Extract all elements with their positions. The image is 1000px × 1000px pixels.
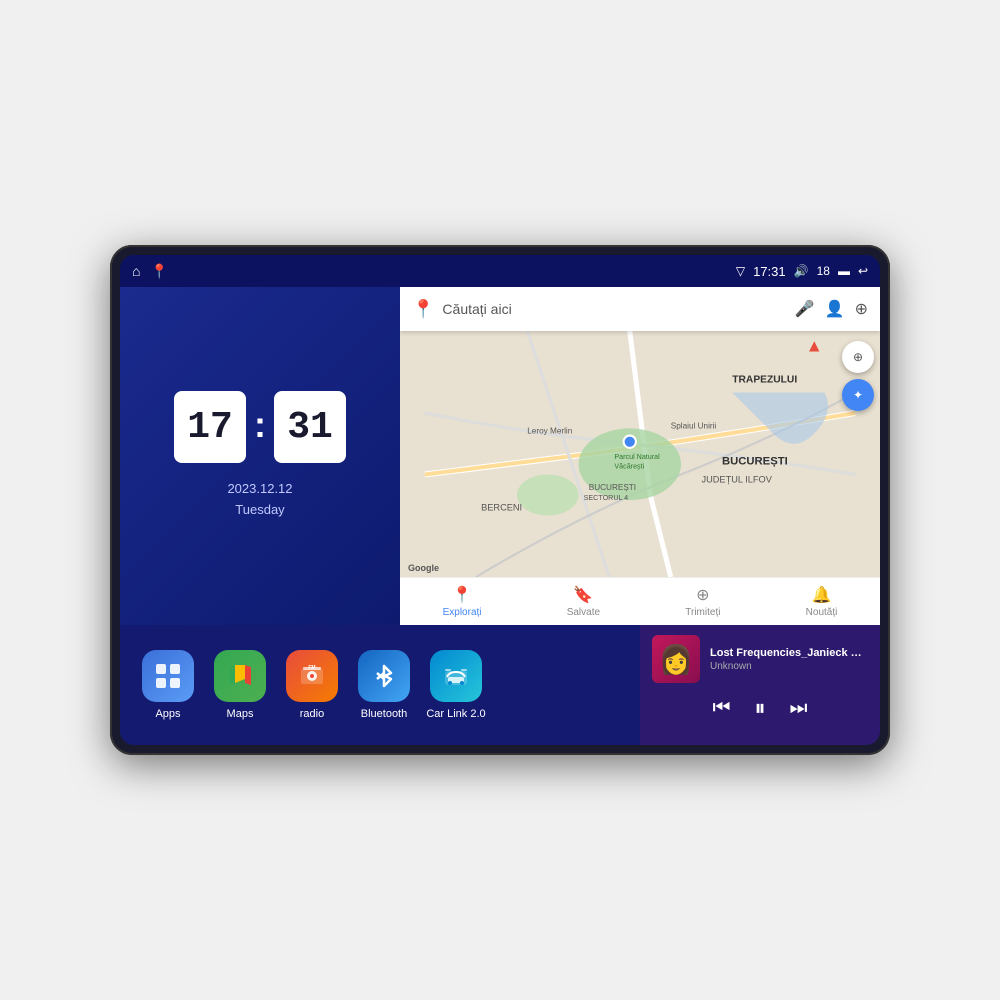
apps-bar: Apps Maps xyxy=(120,625,640,745)
svg-text:FM: FM xyxy=(308,665,315,671)
top-section: 17 : 31 2023.12.12 Tuesday 📍 Căutați aic… xyxy=(120,287,880,625)
svg-text:BERCENI: BERCENI xyxy=(481,502,522,512)
music-artist: Unknown xyxy=(710,661,868,672)
map-view[interactable]: TRAPEZULUI BUCUREȘTI JUDEȚUL ILFOV BERCE… xyxy=(400,331,880,577)
google-logo: Google xyxy=(408,563,439,573)
app-carlink[interactable]: Car Link 2.0 xyxy=(424,650,488,720)
map-nav-noutati[interactable]: 🔔 Noutăți xyxy=(806,585,838,618)
music-title: Lost Frequencies_Janieck Devy-... xyxy=(710,647,868,659)
carlink-label: Car Link 2.0 xyxy=(426,708,485,720)
signal-icon: ▽ xyxy=(736,264,745,278)
radio-icon-svg: FM xyxy=(297,661,327,691)
svg-text:Văcărești: Văcărești xyxy=(614,462,644,470)
music-controls: ⏮ ⏸ ⏭ xyxy=(640,689,880,727)
device-screen: ⌂ 📍 ▽ 17:31 🔊 18 ▬ ↩ 17 : xyxy=(120,255,880,745)
clock-day-value: Tuesday xyxy=(227,500,292,521)
bluetooth-icon xyxy=(358,650,410,702)
app-radio[interactable]: FM radio xyxy=(280,650,344,720)
bluetooth-label: Bluetooth xyxy=(361,708,407,720)
map-nav-trimiteti[interactable]: ⊕ Trimiteți xyxy=(685,585,720,618)
bottom-section: Apps Maps xyxy=(120,625,880,745)
status-time: 17:31 xyxy=(753,264,786,279)
music-next-button[interactable]: ⏭ xyxy=(790,698,808,718)
send-icon: ⊕ xyxy=(696,585,709,605)
svg-text:JUDEȚUL ILFOV: JUDEȚUL ILFOV xyxy=(702,475,773,485)
map-svg: TRAPEZULUI BUCUREȘTI JUDEȚUL ILFOV BERCE… xyxy=(400,331,880,577)
svg-text:Leroy Merlin: Leroy Merlin xyxy=(527,427,572,436)
news-icon: 🔔 xyxy=(812,585,832,605)
status-left-icons: ⌂ 📍 xyxy=(132,263,168,280)
music-info: 👩 Lost Frequencies_Janieck Devy-... Unkn… xyxy=(640,625,880,689)
app-bluetooth[interactable]: Bluetooth xyxy=(352,650,416,720)
music-player: 👩 Lost Frequencies_Janieck Devy-... Unkn… xyxy=(640,625,880,745)
saved-icon: 🔖 xyxy=(573,585,593,605)
account-icon[interactable]: 👤 xyxy=(825,299,845,319)
back-icon[interactable]: ↩ xyxy=(858,264,868,278)
clock-panel: 17 : 31 2023.12.12 Tuesday xyxy=(120,287,400,625)
home-icon[interactable]: ⌂ xyxy=(132,263,140,279)
location-fab[interactable]: ⊕ xyxy=(842,341,874,373)
map-controls: ⊕ ✦ xyxy=(842,341,874,411)
svg-text:Splaiul Unirii: Splaiul Unirii xyxy=(671,421,717,430)
battery-icon: ▬ xyxy=(838,264,850,278)
svg-text:Parcul Natural: Parcul Natural xyxy=(614,453,660,461)
app-maps[interactable]: Maps xyxy=(208,650,272,720)
explore-icon: 📍 xyxy=(452,585,472,605)
map-pin-icon: 📍 xyxy=(412,299,434,320)
music-prev-button[interactable]: ⏮ xyxy=(712,698,730,718)
map-nav-trimiteti-label: Trimiteți xyxy=(685,607,720,618)
clock-colon: : xyxy=(254,404,266,446)
clock-date-value: 2023.12.12 xyxy=(227,479,292,500)
maps-icon xyxy=(214,650,266,702)
map-nav-exploreaza[interactable]: 📍 Explorați xyxy=(443,585,482,618)
map-nav-noutati-label: Noutăți xyxy=(806,607,838,618)
volume-icon: 🔊 xyxy=(794,264,809,278)
map-search-actions: 🎤 👤 ⊕ xyxy=(795,299,868,319)
svg-text:TRAPEZULUI: TRAPEZULUI xyxy=(732,374,797,385)
map-nav-salvate-label: Salvate xyxy=(567,607,600,618)
clock-date: 2023.12.12 Tuesday xyxy=(227,479,292,521)
maps-label: Maps xyxy=(227,708,254,720)
map-nav-salvate[interactable]: 🔖 Salvate xyxy=(567,585,600,618)
apps-label: Apps xyxy=(155,708,180,720)
music-text: Lost Frequencies_Janieck Devy-... Unknow… xyxy=(710,647,868,672)
music-play-button[interactable]: ⏸ xyxy=(754,697,765,719)
clock-display: 17 : 31 xyxy=(174,391,346,463)
music-thumbnail: 👩 xyxy=(652,635,700,683)
map-panel[interactable]: 📍 Căutați aici 🎤 👤 ⊕ xyxy=(400,287,880,625)
map-search-input[interactable]: Căutați aici xyxy=(442,301,786,317)
navigate-fab[interactable]: ✦ xyxy=(842,379,874,411)
maps-icon-svg xyxy=(225,661,255,691)
bluetooth-icon-svg xyxy=(369,661,399,691)
clock-minutes: 31 xyxy=(274,391,346,463)
app-apps[interactable]: Apps xyxy=(136,650,200,720)
radio-icon: FM xyxy=(286,650,338,702)
mic-icon[interactable]: 🎤 xyxy=(795,299,815,319)
apps-icon xyxy=(142,650,194,702)
map-graphic: TRAPEZULUI BUCUREȘTI JUDEȚUL ILFOV BERCE… xyxy=(400,331,880,577)
radio-label: radio xyxy=(300,708,324,720)
volume-level: 18 xyxy=(817,264,830,278)
carlink-icon xyxy=(430,650,482,702)
maps-shortcut-icon[interactable]: 📍 xyxy=(150,263,167,280)
status-right-icons: ▽ 17:31 🔊 18 ▬ ↩ xyxy=(736,264,868,279)
apps-icon-svg xyxy=(153,661,183,691)
clock-hours: 17 xyxy=(174,391,246,463)
layers-icon[interactable]: ⊕ xyxy=(855,299,868,319)
map-nav-exploreaza-label: Explorați xyxy=(443,607,482,618)
map-bottom-nav: 📍 Explorați 🔖 Salvate ⊕ Trimiteți 🔔 xyxy=(400,577,880,625)
svg-text:SECTORUL 4: SECTORUL 4 xyxy=(584,494,629,502)
svg-text:BUCUREȘTI: BUCUREȘTI xyxy=(722,455,788,467)
map-search-bar: 📍 Căutați aici 🎤 👤 ⊕ xyxy=(400,287,880,331)
status-bar: ⌂ 📍 ▽ 17:31 🔊 18 ▬ ↩ xyxy=(120,255,880,287)
svg-text:BUCUREȘTI: BUCUREȘTI xyxy=(589,483,636,492)
device: ⌂ 📍 ▽ 17:31 🔊 18 ▬ ↩ 17 : xyxy=(110,245,890,755)
main-content: 17 : 31 2023.12.12 Tuesday 📍 Căutați aic… xyxy=(120,287,880,745)
music-thumb-image: 👩 xyxy=(659,643,694,676)
carlink-icon-svg xyxy=(441,661,471,691)
